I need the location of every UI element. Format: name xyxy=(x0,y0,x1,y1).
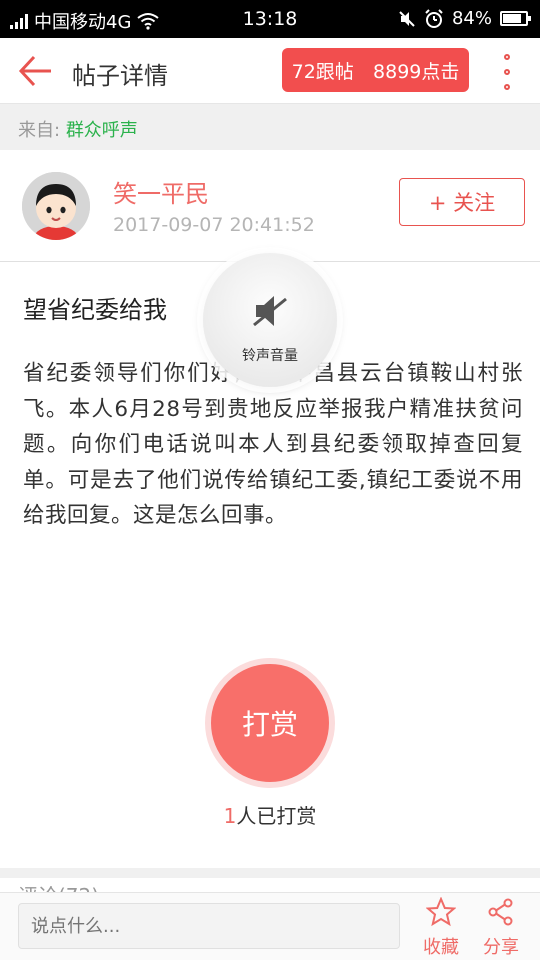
share-label: 分享 xyxy=(483,937,519,958)
source-row: 来自: 群众呼声 xyxy=(0,104,540,150)
volume-toast-label: 铃声音量 xyxy=(242,348,298,364)
source-label: 来自: xyxy=(18,120,61,141)
tip-button[interactable]: 打赏 xyxy=(205,658,335,788)
favorite-label: 收藏 xyxy=(423,937,459,958)
tip-count: 1人已打赏 xyxy=(0,800,540,829)
page-title: 帖子详情 xyxy=(72,62,168,90)
alarm-icon xyxy=(425,8,443,28)
comment-input[interactable] xyxy=(18,903,400,949)
mute-icon xyxy=(399,10,415,27)
section-divider xyxy=(0,868,540,878)
share-button[interactable]: 分享 xyxy=(476,897,526,958)
battery-percent: 84% xyxy=(451,8,492,29)
volume-toast: 铃声音量 xyxy=(203,253,337,387)
author-section: 笑一平民 2017-09-07 20:41:52 + 关注 xyxy=(0,150,540,262)
tip-count-number: 1 xyxy=(223,804,237,828)
star-icon xyxy=(425,896,457,927)
follow-button[interactable]: + 关注 xyxy=(399,178,525,226)
post-title: 望省纪委给我 xyxy=(23,296,167,324)
tip-count-suffix: 人已打赏 xyxy=(236,804,317,828)
avatar[interactable] xyxy=(22,172,90,240)
title-bar: 帖子详情 72跟帖 8899点击 xyxy=(0,38,540,104)
follow-posts-count: 72跟帖 xyxy=(291,60,354,83)
battery-icon xyxy=(500,11,531,26)
source-link[interactable]: 群众呼声 xyxy=(66,120,138,141)
back-arrow-icon[interactable] xyxy=(18,54,54,88)
author-name[interactable]: 笑一平民 xyxy=(113,174,209,209)
post-stats-badge[interactable]: 72跟帖 8899点击 xyxy=(282,48,469,92)
status-bar: 中国移动4G 13:18 84% xyxy=(0,0,540,38)
click-count: 8899点击 xyxy=(373,60,460,83)
more-vertical-icon[interactable] xyxy=(502,54,512,90)
speaker-mute-icon xyxy=(253,296,287,327)
favorite-button[interactable]: 收藏 xyxy=(416,896,466,958)
post-timestamp: 2017-09-07 20:41:52 xyxy=(113,214,315,236)
share-icon xyxy=(488,898,513,926)
bottom-bar: 收藏 分享 xyxy=(0,892,540,960)
